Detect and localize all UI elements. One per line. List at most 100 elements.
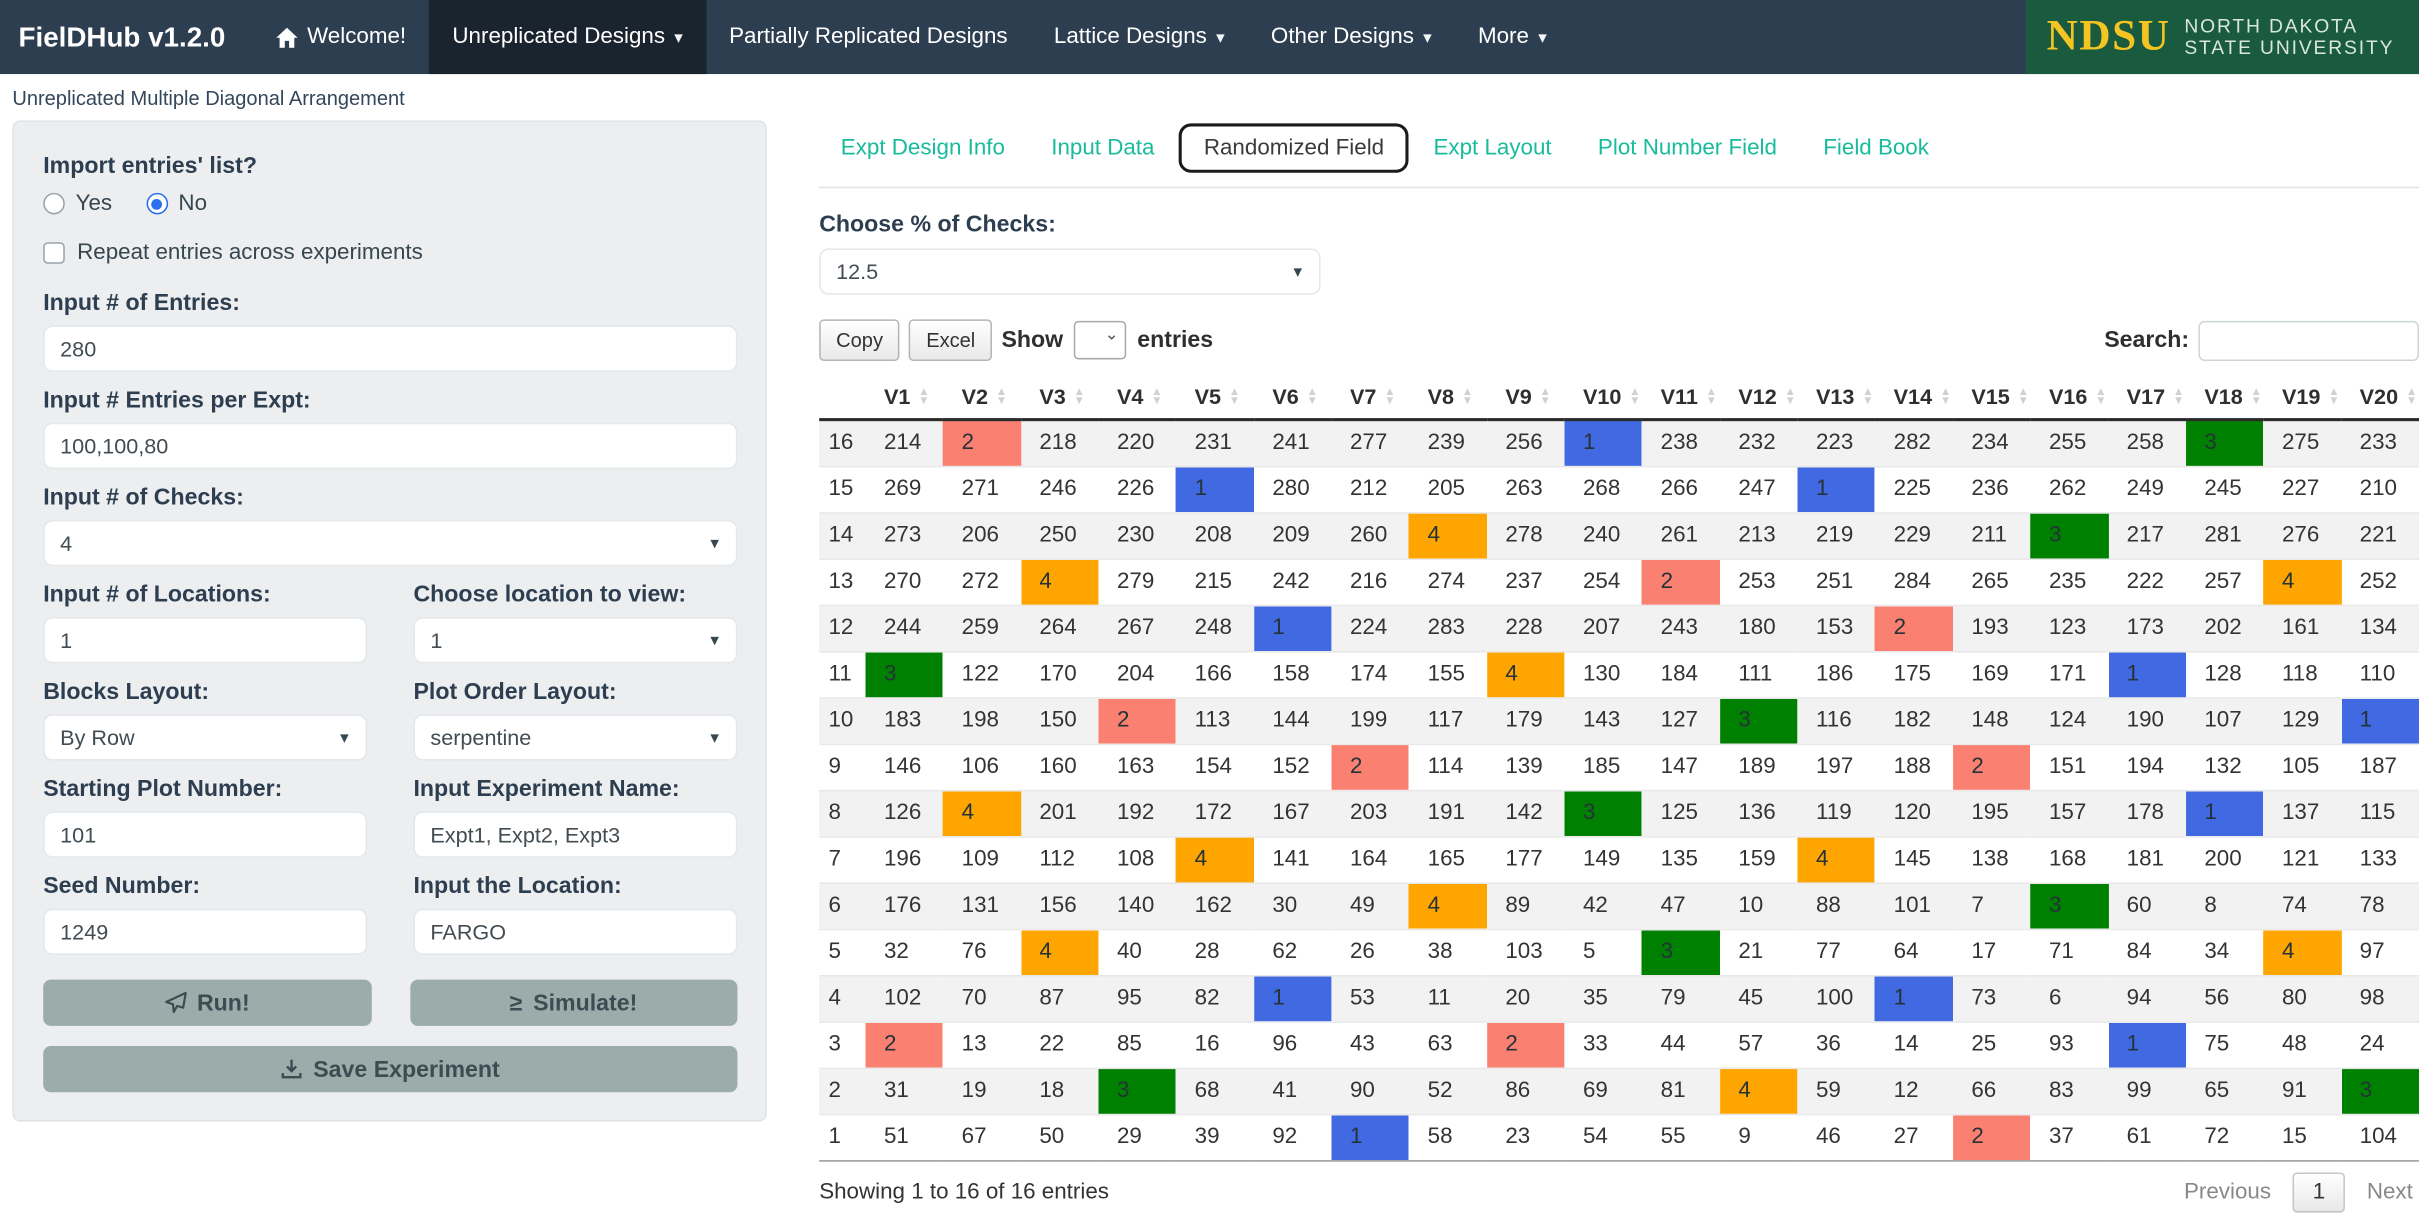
table-cell: 107 [2186,697,2264,743]
column-header-v7[interactable]: V7▲▼ [1331,376,1409,419]
table-cell: 124 [2030,697,2108,743]
sidebar-panel: Import entries' list? Yes No Repeat entr… [12,120,766,1121]
tab-randomized-field[interactable]: Randomized Field [1179,123,1409,172]
column-header-label: V8 [1428,384,1454,409]
table-cell: 142 [1487,790,1565,836]
nav-item-welcome[interactable]: Welcome! [253,0,429,74]
table-cell: 249 [2108,466,2186,512]
tab-input-data[interactable]: Input Data [1030,127,1176,170]
view-location-select[interactable]: 1 [413,617,737,663]
row-label: 6 [819,882,865,928]
table-cell: 99 [2108,1068,2186,1114]
column-header-v14[interactable]: V14▲▼ [1875,376,1953,419]
table-cell: 146 [865,744,943,790]
page-1-button[interactable]: 1 [2293,1172,2346,1212]
table-cell: 281 [2186,512,2264,558]
nav-item-unreplicated-designs[interactable]: Unreplicated Designs▾ [429,0,706,74]
column-header-v2[interactable]: V2▲▼ [943,376,1021,419]
table-cell: 189 [1720,744,1798,790]
column-header-v6[interactable]: V6▲▼ [1254,376,1332,419]
column-header-v18[interactable]: V18▲▼ [2186,376,2264,419]
column-header-label: V3 [1039,384,1065,409]
row-label: 8 [819,790,865,836]
column-header-v16[interactable]: V16▲▼ [2030,376,2108,419]
copy-button[interactable]: Copy [819,319,900,361]
table-cell: 115 [2341,790,2419,836]
row-label-header[interactable] [819,376,865,419]
table-cell: 33 [1564,1021,1642,1067]
seed-number-input[interactable]: 1249 [43,909,367,955]
column-header-v8[interactable]: V8▲▼ [1409,376,1487,419]
table-row: 32132285169643632334457361425931754824 [819,1021,2419,1067]
table-cell: 198 [943,697,1021,743]
radio-yes-circle-icon[interactable] [43,193,65,215]
num-entries-input[interactable]: 280 [43,326,737,372]
run-button[interactable]: Run! [43,980,371,1026]
nav-item-lattice-designs[interactable]: Lattice Designs▾ [1031,0,1248,74]
table-cell: 231 [1176,420,1254,466]
column-header-v17[interactable]: V17▲▼ [2108,376,2186,419]
table-cell: 1 [1254,975,1332,1021]
row-label: 2 [819,1068,865,1114]
column-header-v11[interactable]: V11▲▼ [1642,376,1720,419]
column-header-v4[interactable]: V4▲▼ [1098,376,1176,419]
column-header-v12[interactable]: V12▲▼ [1720,376,1798,419]
next-page-button[interactable]: Next [2367,1179,2413,1204]
sort-icon: ▲▼ [2406,387,2417,407]
num-locations-input[interactable]: 1 [43,617,367,663]
table-cell: 276 [2263,512,2341,558]
table-cell: 239 [1409,420,1487,466]
column-header-v15[interactable]: V15▲▼ [1953,376,2031,419]
tab-plot-number-field[interactable]: Plot Number Field [1576,127,1798,170]
column-header-v1[interactable]: V1▲▼ [865,376,943,419]
search-input[interactable] [2198,320,2419,360]
location-input[interactable]: FARGO [413,909,737,955]
column-header-v13[interactable]: V13▲▼ [1797,376,1875,419]
plot-order-select[interactable]: serpentine [413,714,737,760]
entries-per-expt-input[interactable]: 100,100,80 [43,423,737,469]
column-header-v20[interactable]: V20▲▼ [2341,376,2419,419]
table-cell: 1 [2341,697,2419,743]
table-cell: 110 [2341,651,2419,697]
table-cell: 261 [1642,512,1720,558]
radio-no[interactable]: No [146,191,207,216]
table-cell: 50 [1021,1114,1099,1160]
radio-no-circle-icon[interactable] [146,193,168,215]
app-brand[interactable]: FielDHub v1.2.0 [0,0,253,74]
previous-page-button[interactable]: Previous [2184,1179,2271,1204]
num-checks-select[interactable]: 4 [43,520,737,566]
table-cell: 232 [1720,420,1798,466]
table-cell: 116 [1797,697,1875,743]
starting-plot-input[interactable]: 101 [43,811,367,857]
tab-field-book[interactable]: Field Book [1802,127,1951,170]
excel-button[interactable]: Excel [909,319,992,361]
column-header-v9[interactable]: V9▲▼ [1487,376,1565,419]
column-header-v3[interactable]: V3▲▼ [1021,376,1099,419]
expt-name-input[interactable]: Expt1, Expt2, Expt3 [413,811,737,857]
checks-pct-select[interactable]: 12.5 [819,248,1320,294]
radio-yes[interactable]: Yes [43,191,112,216]
entries-label: entries [1137,327,1213,353]
table-cell: 123 [2030,605,2108,651]
table-cell: 90 [1331,1068,1409,1114]
table-cell: 234 [1953,420,2031,466]
nav-item-other-designs[interactable]: Other Designs▾ [1248,0,1455,74]
nav-item-partially-replicated-designs[interactable]: Partially Replicated Designs [706,0,1031,74]
column-header-v10[interactable]: V10▲▼ [1564,376,1642,419]
simulate-button[interactable]: ≥ Simulate! [410,980,738,1026]
column-header-label: V19 [2282,384,2320,409]
column-header-v5[interactable]: V5▲▼ [1176,376,1254,419]
repeat-entries-checkbox[interactable] [43,242,65,264]
entries-per-expt-label: Input # Entries per Expt: [43,387,737,413]
nav-item-more[interactable]: More▾ [1455,0,1570,74]
import-entries-radios: Yes No [43,191,737,216]
column-header-v19[interactable]: V19▲▼ [2263,376,2341,419]
tab-expt-design-info[interactable]: Expt Design Info [819,127,1026,170]
page-length-select[interactable] [1074,321,1126,360]
table-cell: 132 [2186,744,2264,790]
save-experiment-button[interactable]: Save Experiment [43,1046,737,1092]
tab-expt-layout[interactable]: Expt Layout [1412,127,1573,170]
table-cell: 277 [1331,420,1409,466]
blocks-layout-select[interactable]: By Row [43,714,367,760]
table-cell: 5 [1564,929,1642,975]
